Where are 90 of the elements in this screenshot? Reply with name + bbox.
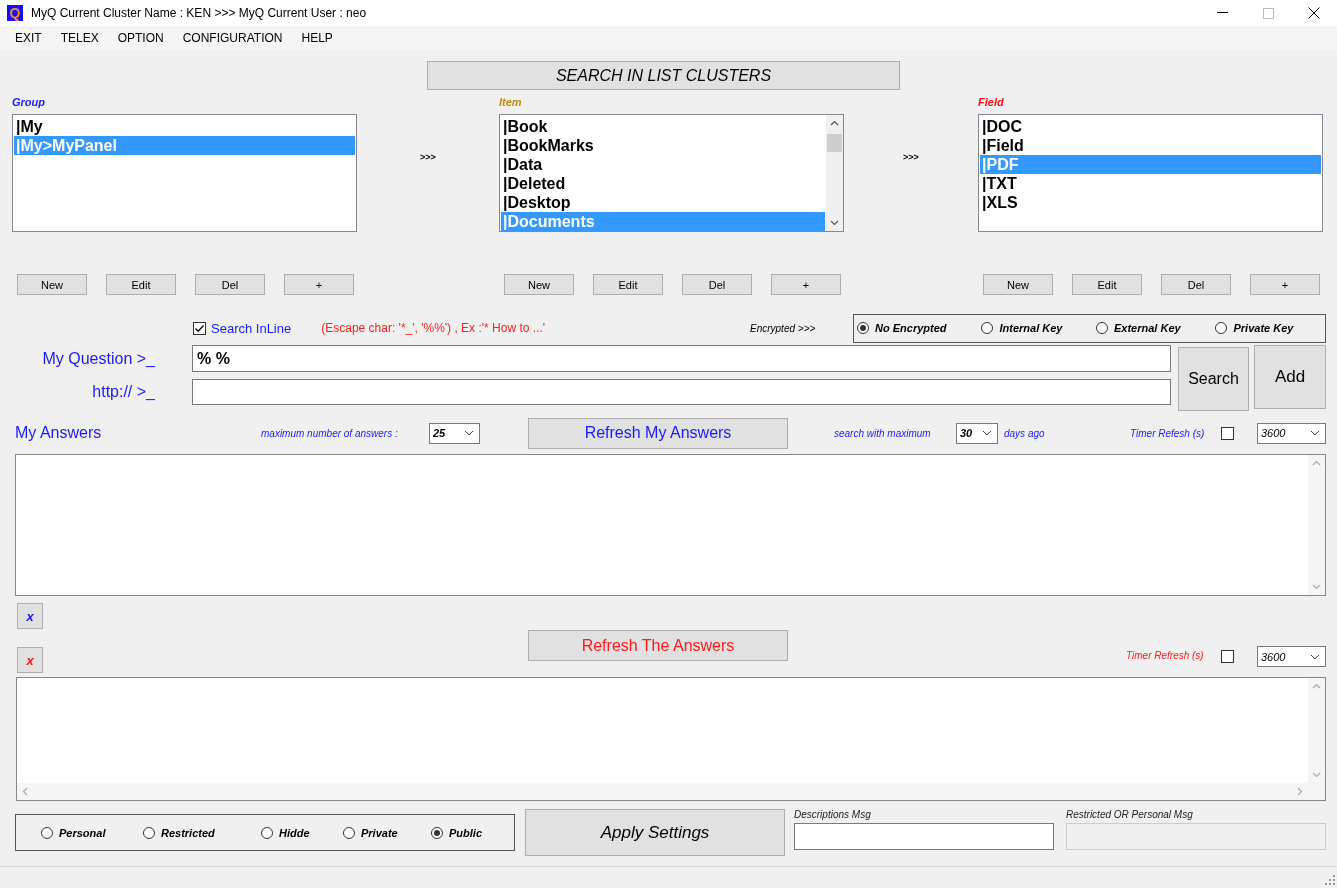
question-field[interactable]: % %: [192, 345, 1171, 372]
clear-button[interactable]: x: [17, 603, 43, 629]
radio-label: No Encrypted: [875, 322, 947, 334]
arrow-label: >>>: [903, 152, 919, 163]
list-button[interactable]: Del: [195, 274, 265, 295]
radio-button[interactable]: [261, 826, 273, 839]
search-inline-label: Search InLine: [211, 320, 292, 336]
list-button[interactable]: Edit: [593, 274, 663, 295]
list-label: Group: [12, 96, 45, 108]
answers-title: My Answers: [15, 424, 103, 442]
radio-button[interactable]: [1215, 322, 1228, 334]
menu-item[interactable]: OPTION: [117, 31, 164, 45]
list-item[interactable]: |XLS: [980, 193, 1321, 212]
radio-button[interactable]: [143, 826, 155, 839]
timer-label: Timer Refresh (s): [1126, 650, 1205, 661]
list-button[interactable]: New: [17, 274, 87, 295]
list-item[interactable]: |BookMarks: [501, 136, 825, 155]
list-item[interactable]: |Book: [501, 117, 825, 136]
timer-checkbox[interactable]: [1221, 426, 1234, 440]
timer-select[interactable]: 3600: [1257, 646, 1326, 667]
radio-button[interactable]: [41, 826, 53, 839]
scrollbar[interactable]: [826, 115, 843, 231]
radio-button[interactable]: [431, 826, 443, 839]
menu-item[interactable]: EXIT: [15, 31, 42, 45]
add-button[interactable]: Add: [1254, 345, 1326, 409]
chevron-down-icon: [1310, 653, 1320, 660]
timer-select[interactable]: 3600: [1257, 422, 1326, 444]
list-item[interactable]: |TXT: [980, 174, 1321, 193]
list-label: Field: [978, 96, 1004, 108]
list-item[interactable]: |My: [14, 117, 355, 136]
list-item[interactable]: |Field: [980, 136, 1321, 155]
descriptions-label: Descriptions Msg: [794, 809, 872, 822]
list-button[interactable]: New: [983, 274, 1053, 295]
arrow-label: >>>: [420, 152, 436, 163]
max-answers-select[interactable]: 25: [429, 422, 480, 444]
list-item[interactable]: |Data: [501, 155, 825, 174]
resize-grip-icon[interactable]: [1325, 875, 1335, 885]
radio-label: Restricted: [161, 826, 215, 839]
list-item[interactable]: |DOC: [980, 117, 1321, 136]
close-icon[interactable]: [1308, 7, 1320, 19]
chevron-down-icon: [1310, 430, 1320, 436]
url-label: http:// >_: [91, 383, 155, 401]
max-answers-label: maximum number of answers :: [261, 427, 399, 439]
search-button[interactable]: Search: [1178, 347, 1249, 411]
menu-item[interactable]: TELEX: [60, 31, 99, 45]
radio-button[interactable]: [343, 826, 355, 839]
radio-label: Internal Key: [999, 322, 1063, 334]
window-title: MyQ Current Cluster Name : KEN >>> MyQ Current User : neo: [31, 6, 367, 20]
app-logo: Q: [7, 5, 23, 21]
menu-item[interactable]: CONFIGURATION: [182, 31, 283, 45]
radio-label: Private: [361, 826, 398, 839]
apply-settings-button[interactable]: Apply Settings: [525, 809, 785, 856]
checkbox[interactable]: [193, 321, 206, 335]
radio-label: Public: [449, 826, 482, 839]
radio-button[interactable]: [1096, 322, 1108, 334]
radio-button[interactable]: [981, 322, 994, 334]
menu-item[interactable]: HELP: [301, 31, 333, 45]
list-item[interactable]: |Deleted: [501, 174, 825, 193]
escape-hint: (Escape char: '*_', '%%') , Ex :'* How to ...': [321, 321, 546, 335]
list-button[interactable]: Del: [682, 274, 752, 295]
list-item[interactable]: |Desktop: [501, 193, 825, 212]
search-header-button[interactable]: SEARCH IN LIST CLUSTERS: [427, 61, 900, 90]
list-button[interactable]: Edit: [1072, 274, 1142, 295]
radio-button[interactable]: [857, 322, 869, 334]
list-button[interactable]: +: [1250, 274, 1320, 295]
timer-label: Timer Refesh (s): [1130, 427, 1206, 439]
chevron-down-icon: [464, 430, 474, 436]
list-button[interactable]: +: [771, 274, 841, 295]
refresh-my-answers-button[interactable]: Refresh My Answers: [528, 417, 788, 449]
url-field[interactable]: [192, 379, 1171, 405]
radio-label: Private Key: [1233, 322, 1294, 334]
list-button[interactable]: +: [284, 274, 354, 295]
radio-label: Personal: [59, 826, 106, 839]
chevron-down-icon: [982, 430, 992, 436]
days-suffix: days ago: [1004, 427, 1046, 439]
radio-label: External Key: [1114, 322, 1181, 334]
days-label: search with maximum: [834, 427, 932, 439]
list-label: Item: [499, 96, 522, 108]
descriptions-field[interactable]: [794, 823, 1054, 850]
list-button[interactable]: Del: [1161, 274, 1231, 295]
scrollbar-thumb[interactable]: [827, 134, 842, 152]
days-select[interactable]: 30: [956, 422, 998, 444]
encrypted-label: Encrypted >>>: [750, 322, 817, 334]
list-button[interactable]: Edit: [106, 274, 176, 295]
restricted-msg-label: Restricted OR Personal Msg: [1066, 809, 1194, 822]
list-button[interactable]: New: [504, 274, 574, 295]
question-label: My Question >_: [41, 349, 155, 368]
radio-label: Hidde: [279, 826, 310, 839]
minimize-icon[interactable]: [1217, 12, 1229, 14]
timer-checkbox[interactable]: [1221, 650, 1234, 663]
